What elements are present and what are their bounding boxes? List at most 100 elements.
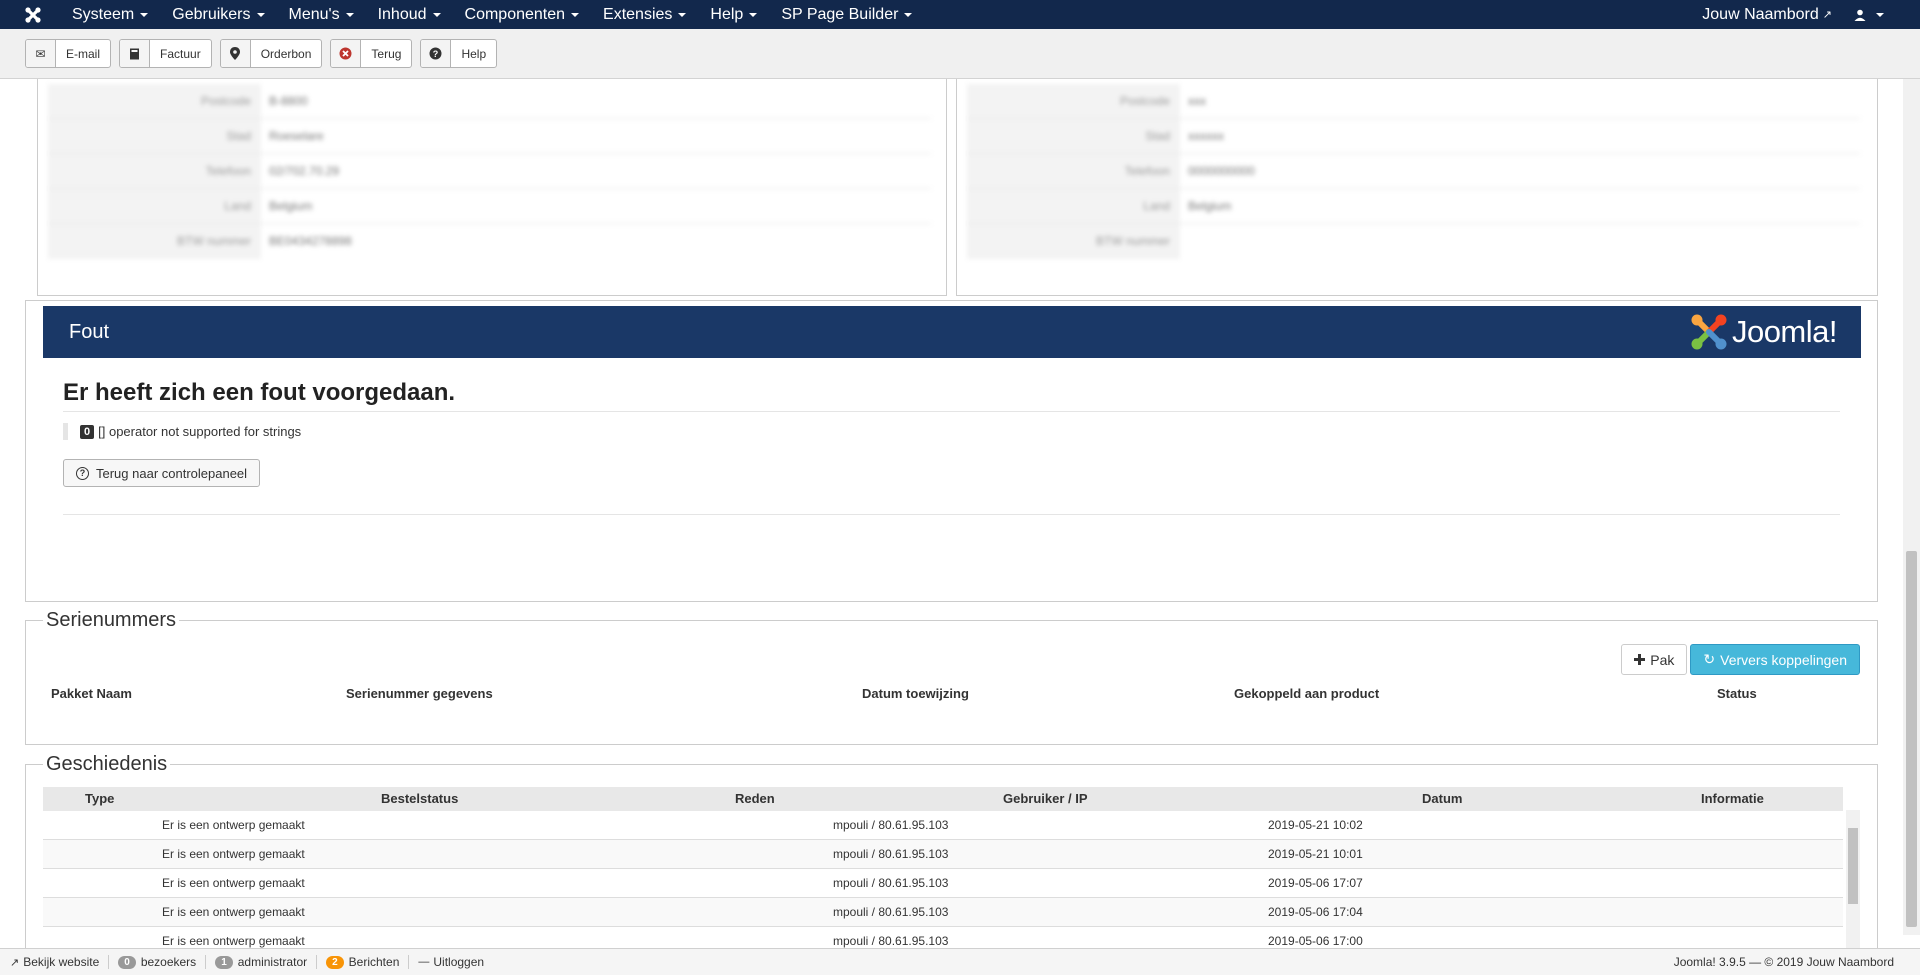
address-key: Telefoon: [967, 154, 1180, 188]
caret-down-icon: [904, 12, 913, 17]
joomla-logo: Joomla!: [1690, 313, 1838, 351]
menu-help[interactable]: Help: [698, 0, 769, 29]
column-header: Datum toewijzing: [862, 686, 969, 701]
column-header: Bestelstatus: [381, 791, 459, 806]
visitors-link[interactable]: 0 bezoekers: [118, 955, 207, 969]
address-key: Land: [48, 189, 261, 223]
menu-label: Menu's: [288, 5, 340, 23]
cancel-icon: [331, 40, 362, 67]
orderbon-button[interactable]: Orderbon: [219, 39, 323, 68]
status-cell: Er is een ontwerp gemaakt: [162, 847, 305, 861]
user-ip-cell: mpouli / 80.61.95.103: [833, 876, 949, 890]
date-cell: 2019-05-21 10:02: [1268, 818, 1363, 832]
address-key: Land: [967, 189, 1180, 223]
messages-link[interactable]: 2 Berichten: [326, 955, 410, 969]
scrollbar-thumb[interactable]: [1906, 551, 1917, 927]
address-value: B-8800: [269, 94, 308, 108]
address-value: 0000000000: [1188, 164, 1255, 178]
column-header: Status: [1717, 686, 1757, 701]
history-section: Geschiedenis Type Bestelstatus Reden Geb…: [25, 753, 1878, 975]
caret-down-icon: [1876, 12, 1884, 17]
status-cell: Er is een ontwerp gemaakt: [162, 905, 305, 919]
view-site-link[interactable]: ↗ Bekijk website: [10, 955, 110, 969]
book-icon: [120, 40, 151, 67]
menu-sp-page-builder[interactable]: SP Page Builder: [769, 0, 924, 29]
user-ip-cell: mpouli / 80.61.95.103: [833, 934, 949, 948]
external-link-icon: ↗: [1822, 9, 1832, 21]
menu-label: Extensies: [603, 5, 673, 23]
user-menu[interactable]: [1854, 9, 1884, 21]
terug-button[interactable]: Terug: [330, 39, 413, 68]
address-row: Stad xxxxxx: [967, 119, 1860, 154]
nav-right: Jouw Naambord ↗: [1702, 0, 1884, 29]
menu-menus[interactable]: Menu's: [277, 0, 366, 29]
caret-down-icon: [571, 12, 580, 17]
status-cell: Er is een ontwerp gemaakt: [162, 818, 305, 832]
column-header: Informatie: [1701, 791, 1764, 806]
email-button[interactable]: ✉ E-mail: [25, 39, 112, 68]
envelope-icon: ✉: [26, 40, 56, 67]
factuur-button[interactable]: Factuur: [119, 39, 212, 68]
site-link[interactable]: Jouw Naambord ↗: [1702, 6, 1832, 24]
administrators-link[interactable]: 1 administrator: [215, 955, 318, 969]
status-bar: ↗ Bekijk website 0 bezoekers 1 administr…: [0, 948, 1920, 975]
minus-icon: —: [418, 956, 430, 968]
address-key: BTW nummer: [48, 224, 261, 259]
address-row: Land Belgium: [48, 189, 931, 224]
site-name: Jouw Naambord: [1702, 5, 1819, 23]
page-scrollbar[interactable]: [1903, 79, 1920, 935]
error-code-badge: 0: [80, 424, 95, 439]
column-header: Datum: [1422, 791, 1463, 806]
address-row: Postcode B-8800: [48, 84, 931, 119]
top-navbar: Systeem Gebruikers Menu's Inhoud Compone…: [0, 0, 1920, 29]
main-menu: Systeem Gebruikers Menu's Inhoud Compone…: [60, 0, 924, 29]
back-to-control-panel-button[interactable]: ? Terug naar controlepaneel: [63, 459, 261, 487]
question-circle-icon: ?: [76, 466, 89, 480]
scrollbar-thumb[interactable]: [1848, 828, 1858, 904]
refresh-links-button[interactable]: ↻ Ververs koppelingen: [1690, 644, 1860, 675]
add-package-button[interactable]: Pak: [1621, 644, 1688, 675]
billing-address-panel: Postcode B-8800 Stad Roeselare Telefoon 02/…: [37, 79, 947, 296]
messages-label: Berichten: [348, 955, 400, 969]
menu-gebruikers[interactable]: Gebruikers: [160, 0, 276, 29]
user-ip-cell: mpouli / 80.61.95.103: [833, 818, 949, 832]
serial-actions: Pak ↻ Ververs koppelingen: [1621, 644, 1860, 675]
menu-componenten[interactable]: Componenten: [453, 0, 592, 29]
menu-label: Componenten: [464, 5, 566, 23]
address-value: Roeselare: [269, 129, 324, 143]
orderbon-label: Orderbon: [260, 46, 312, 61]
help-label: Help: [461, 46, 487, 61]
history-table-header: Type Bestelstatus Reden Gebruiker / IP D…: [43, 787, 1843, 811]
joomla-logo-text: Joomla!: [1731, 314, 1838, 349]
terug-label: Terug: [371, 46, 402, 61]
refresh-links-label: Ververs koppelingen: [1720, 651, 1847, 668]
menu-inhoud[interactable]: Inhoud: [366, 0, 453, 29]
address-value: xxxxxx: [1188, 129, 1224, 143]
address-table: Postcode xxx Stad xxxxxx Telefoon 000000000…: [967, 84, 1860, 259]
menu-label: Inhoud: [377, 5, 427, 23]
error-heading: Er heeft zich een fout voorgedaan.: [63, 379, 456, 406]
back-button-label: Terug naar controlepaneel: [96, 465, 248, 481]
menu-systeem[interactable]: Systeem: [60, 0, 160, 29]
menu-label: SP Page Builder: [781, 5, 899, 23]
address-key: Postcode: [967, 84, 1180, 118]
help-button[interactable]: ? Help: [420, 39, 498, 68]
version-info: Joomla! 3.9.5 — © 2019 Jouw Naambord: [1673, 955, 1894, 969]
toolbar: ✉ E-mail Factuur Orderbon Terug ? Help: [0, 29, 1920, 79]
table-row: Er is een ontwerp gemaakt mpouli / 80.61…: [43, 840, 1843, 869]
address-value: Belgium: [269, 199, 313, 213]
serial-numbers-section: Serienummers Pak ↻ Ververs koppelingen P…: [25, 609, 1878, 745]
status-cell: Er is een ontwerp gemaakt: [162, 934, 305, 948]
column-header: Type: [85, 791, 115, 806]
joomla-logo-icon[interactable]: [18, 0, 48, 29]
caret-down-icon: [256, 12, 265, 17]
menu-label: Gebruikers: [172, 5, 251, 23]
plus-icon: [1634, 654, 1646, 665]
factuur-label: Factuur: [160, 46, 201, 61]
logout-label: Uitloggen: [433, 955, 485, 969]
user-ip-cell: mpouli / 80.61.95.103: [833, 905, 949, 919]
logout-link[interactable]: — Uitloggen: [418, 955, 493, 969]
divider: [63, 411, 1840, 412]
address-row: Land Belgium: [967, 189, 1860, 224]
menu-extensies[interactable]: Extensies: [591, 0, 698, 29]
